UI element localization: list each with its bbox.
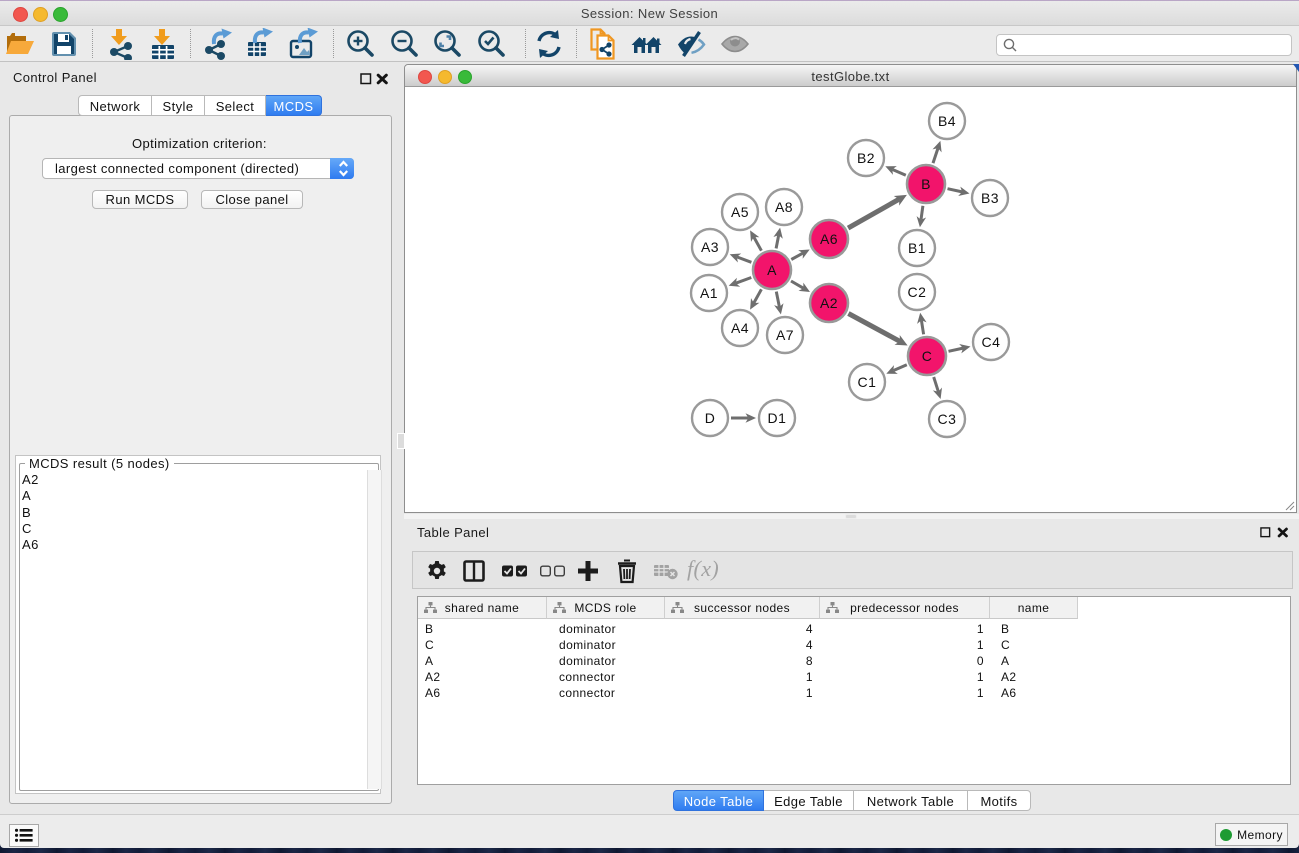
svg-text:A: A: [767, 262, 777, 278]
svg-text:B2: B2: [857, 150, 875, 166]
svg-text:B4: B4: [938, 113, 956, 129]
svg-text:C2: C2: [908, 284, 927, 300]
svg-text:B3: B3: [981, 190, 999, 206]
svg-text:A5: A5: [731, 204, 749, 220]
svg-text:C3: C3: [938, 411, 957, 427]
svg-text:D1: D1: [768, 410, 787, 426]
svg-text:C1: C1: [858, 374, 877, 390]
svg-text:A1: A1: [700, 285, 718, 301]
svg-text:A2: A2: [820, 295, 838, 311]
svg-text:A3: A3: [701, 239, 719, 255]
svg-text:B: B: [921, 176, 931, 192]
svg-text:C: C: [922, 348, 933, 364]
svg-text:A4: A4: [731, 320, 749, 336]
svg-text:A8: A8: [775, 199, 793, 215]
svg-text:D: D: [705, 410, 716, 426]
svg-text:B1: B1: [908, 240, 926, 256]
svg-text:A6: A6: [820, 231, 838, 247]
svg-text:C4: C4: [982, 334, 1001, 350]
svg-text:A7: A7: [776, 327, 794, 343]
